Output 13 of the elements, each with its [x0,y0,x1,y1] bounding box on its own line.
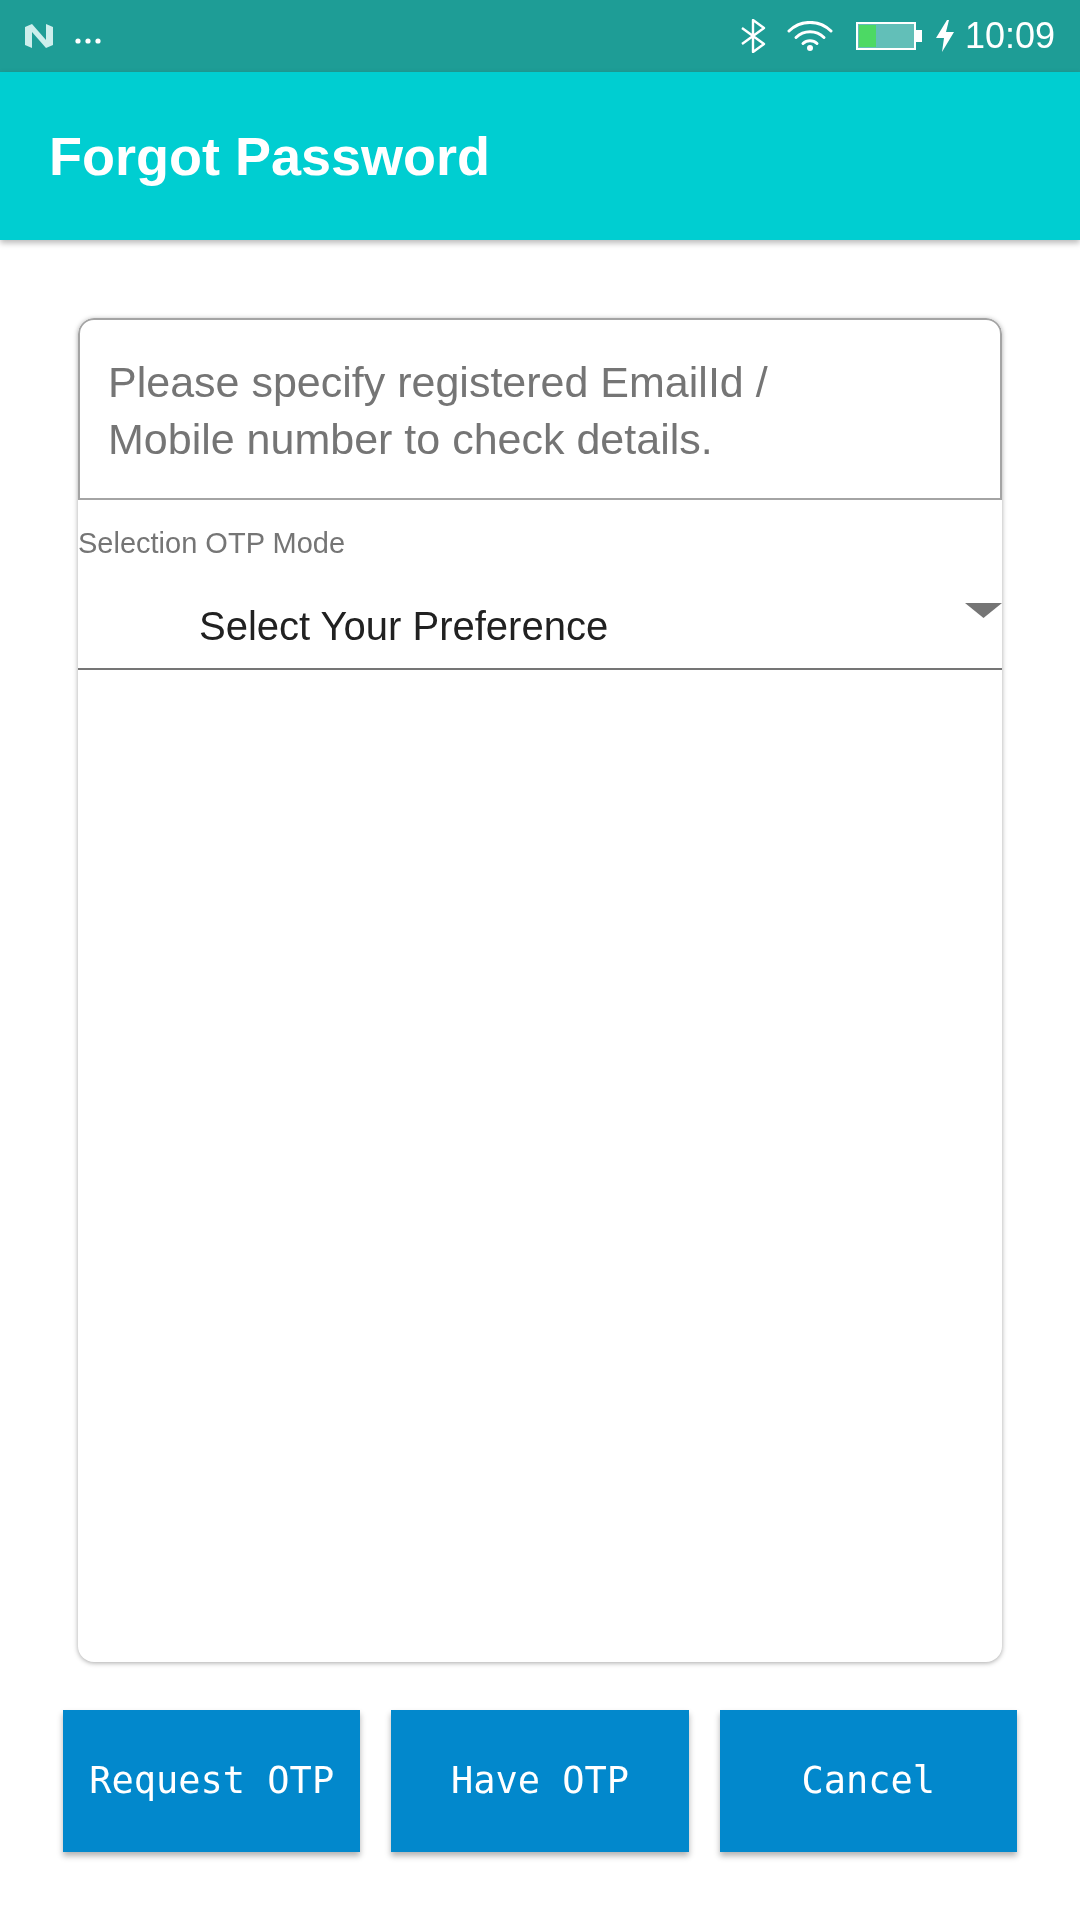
contact-input-field[interactable]: Please specify registered EmailId / Mobile number to check details. [78,318,1002,500]
otp-mode-label: Selection OTP Mode [78,526,346,560]
caret-icon [965,603,1002,618]
have-otp-button[interactable]: Have OTP [391,1710,689,1852]
charging-icon [935,20,954,52]
more-icon [75,38,101,44]
notification-icon [25,24,53,48]
battery-icon [855,22,922,50]
status-time: 10:09 [964,18,1055,54]
preference-dropdown[interactable]: Select Your Preference [78,560,1002,670]
cancel-button[interactable]: Cancel [719,1710,1017,1852]
request-otp-button[interactable]: Request OTP [63,1710,361,1852]
wifi-icon [786,21,833,51]
